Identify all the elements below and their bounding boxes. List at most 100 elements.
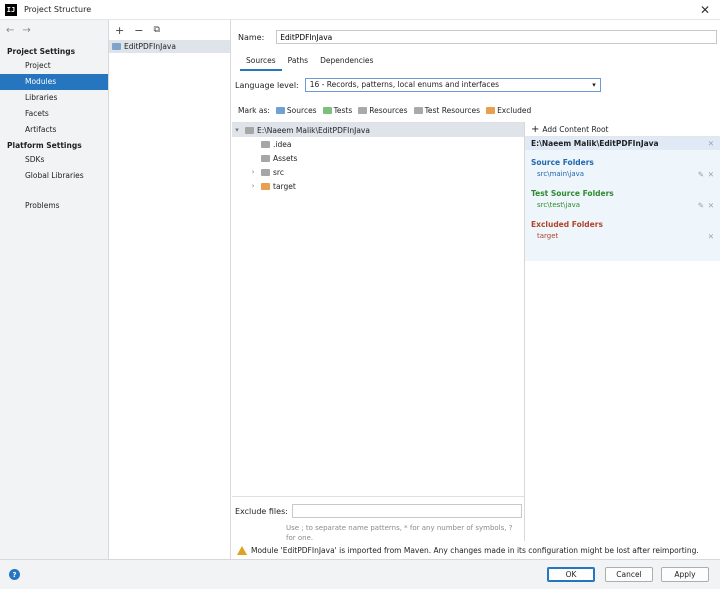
tree-row-assets[interactable]: Assets <box>232 151 524 165</box>
mark-resources-button[interactable]: Resources <box>358 106 408 115</box>
content-root-box: E:\Naeem Malik\EditPDFInJava ✕ Source Fo… <box>525 137 720 261</box>
cancel-button[interactable]: Cancel <box>605 567 653 582</box>
test-resources-folder-icon <box>413 107 423 114</box>
content-tree: ▾ E:\Naeem Malik\EditPDFInJava .idea Ass… <box>232 122 524 496</box>
mark-sources-button[interactable]: Sources <box>275 106 317 115</box>
nav-item-project[interactable]: Project <box>0 58 108 74</box>
tests-folder-icon <box>322 107 332 114</box>
name-label: Name: <box>238 32 265 42</box>
settings-nav: ← → Project Settings Project Modules Lib… <box>0 20 109 559</box>
remove-module-icon[interactable]: − <box>134 24 143 37</box>
remove-content-root-icon[interactable]: ✕ <box>708 137 714 150</box>
nav-arrows: ← → <box>0 20 108 40</box>
add-module-icon[interactable]: + <box>115 24 124 37</box>
help-icon[interactable]: ? <box>9 569 20 580</box>
tab-sources[interactable]: Sources <box>240 54 282 71</box>
tree-item-label: src <box>273 167 284 177</box>
folder-icon <box>245 126 254 134</box>
add-content-root-label: Add Content Root <box>542 124 609 134</box>
nav-item-modules[interactable]: Modules <box>0 74 108 90</box>
mark-as-toolbar: Mark as: Sources Tests Resources Test Re… <box>238 106 531 115</box>
remove-icon[interactable]: ✕ <box>708 170 714 179</box>
tree-row-idea[interactable]: .idea <box>232 137 524 151</box>
tree-item-label: target <box>273 181 296 191</box>
source-folder-item: src\main\java ✎ ✕ <box>537 170 714 179</box>
add-content-root-button[interactable]: + Add Content Root <box>525 122 720 137</box>
module-item[interactable]: EditPDFInJava <box>109 40 230 53</box>
tree-row-root[interactable]: ▾ E:\Naeem Malik\EditPDFInJava <box>232 123 524 137</box>
back-arrow-icon[interactable]: ← <box>6 25 14 36</box>
chevron-right-icon[interactable]: › <box>248 168 258 176</box>
excluded-folder-item: target ✕ <box>537 232 714 241</box>
content-root-path: E:\Naeem Malik\EditPDFInJava ✕ <box>525 137 720 150</box>
tab-paths[interactable]: Paths <box>282 54 314 71</box>
nav-item-problems[interactable]: Problems <box>0 198 108 214</box>
language-level-value: 16 - Records, patterns, local enums and … <box>309 80 500 89</box>
warning-icon <box>237 545 247 555</box>
project-settings-heading: Project Settings <box>7 47 76 56</box>
module-settings: Name: Sources Paths Dependencies Languag… <box>232 20 720 559</box>
platform-settings-heading: Platform Settings <box>7 141 82 150</box>
module-name-input[interactable] <box>276 30 718 44</box>
dialog-buttons-bar: ? OK Cancel Apply <box>0 559 720 589</box>
nav-item-libraries[interactable]: Libraries <box>0 90 108 106</box>
copy-module-icon[interactable]: ⧉ <box>153 25 159 35</box>
mark-tests-button[interactable]: Tests <box>322 106 353 115</box>
test-source-folder-item: src\test\java ✎ ✕ <box>537 201 714 210</box>
language-level-row: Language level: 16 - Records, patterns, … <box>235 78 601 92</box>
name-row: Name: <box>238 30 718 44</box>
language-level-select[interactable]: 16 - Records, patterns, local enums and … <box>304 78 601 92</box>
nav-item-facets[interactable]: Facets <box>0 106 108 122</box>
language-level-label: Language level: <box>235 80 299 90</box>
source-folders-heading: Source Folders <box>531 158 594 167</box>
mark-as-label: Mark as: <box>238 106 270 115</box>
exclude-files-label: Exclude files: <box>235 506 288 516</box>
module-tabs: Sources Paths Dependencies <box>240 54 379 71</box>
remove-icon[interactable]: ✕ <box>708 232 714 241</box>
module-folder-icon <box>112 43 121 50</box>
module-toolbar: + − ⧉ <box>109 20 230 40</box>
tree-item-label: Assets <box>273 153 298 163</box>
content-root-panel: + Add Content Root E:\Naeem Malik\EditPD… <box>524 122 720 559</box>
resources-folder-icon <box>358 107 368 114</box>
mark-tests-label: Tests <box>333 106 353 115</box>
exclude-files-input[interactable] <box>291 504 522 518</box>
tab-dependencies[interactable]: Dependencies <box>314 54 379 71</box>
tree-root-label: E:\Naeem Malik\EditPDFInJava <box>257 125 370 135</box>
tree-item-label: .idea <box>273 139 292 149</box>
window-title: Project Structure <box>24 5 92 14</box>
edit-pencil-icon[interactable]: ✎ <box>698 201 704 210</box>
ok-button[interactable]: OK <box>547 567 595 582</box>
tree-row-target[interactable]: › target <box>232 179 524 193</box>
exclude-files-row: Exclude files: <box>235 504 522 518</box>
mark-test-resources-button[interactable]: Test Resources <box>413 106 481 115</box>
warning-text: Module 'EditPDFInJava' is imported from … <box>251 545 699 555</box>
forward-arrow-icon[interactable]: → <box>22 25 30 36</box>
module-item-label: EditPDFInJava <box>124 42 176 51</box>
title-bar: IJ Project Structure ✕ <box>0 0 720 20</box>
nav-item-artifacts[interactable]: Artifacts <box>0 122 108 138</box>
folder-icon <box>261 154 270 162</box>
sources-folder-icon <box>275 107 285 114</box>
excluded-folder-icon <box>486 107 496 114</box>
chevron-down-icon: ▾ <box>592 81 596 89</box>
chevron-down-icon[interactable]: ▾ <box>232 126 242 134</box>
exclude-files-hint: Use ; to separate name patterns, * for a… <box>286 524 513 542</box>
tree-row-src[interactable]: › src <box>232 165 524 179</box>
module-list-panel: + − ⧉ EditPDFInJava <box>109 20 231 559</box>
nav-item-global-libraries[interactable]: Global Libraries <box>0 168 108 184</box>
nav-item-sdks[interactable]: SDKs <box>0 152 108 168</box>
mark-excluded-button[interactable]: Excluded <box>486 106 531 115</box>
edit-pencil-icon[interactable]: ✎ <box>698 170 704 179</box>
folder-icon <box>261 140 270 148</box>
chevron-right-icon[interactable]: › <box>248 182 258 190</box>
maven-warning: Module 'EditPDFInJava' is imported from … <box>232 541 720 559</box>
remove-icon[interactable]: ✕ <box>708 201 714 210</box>
mark-test-resources-label: Test Resources <box>424 106 481 115</box>
mark-excluded-label: Excluded <box>497 106 532 115</box>
apply-button[interactable]: Apply <box>661 567 709 582</box>
plus-icon: + <box>531 123 540 135</box>
excluded-folder-icon <box>261 182 270 190</box>
close-window-icon[interactable]: ✕ <box>700 3 710 17</box>
mark-resources-label: Resources <box>369 106 408 115</box>
